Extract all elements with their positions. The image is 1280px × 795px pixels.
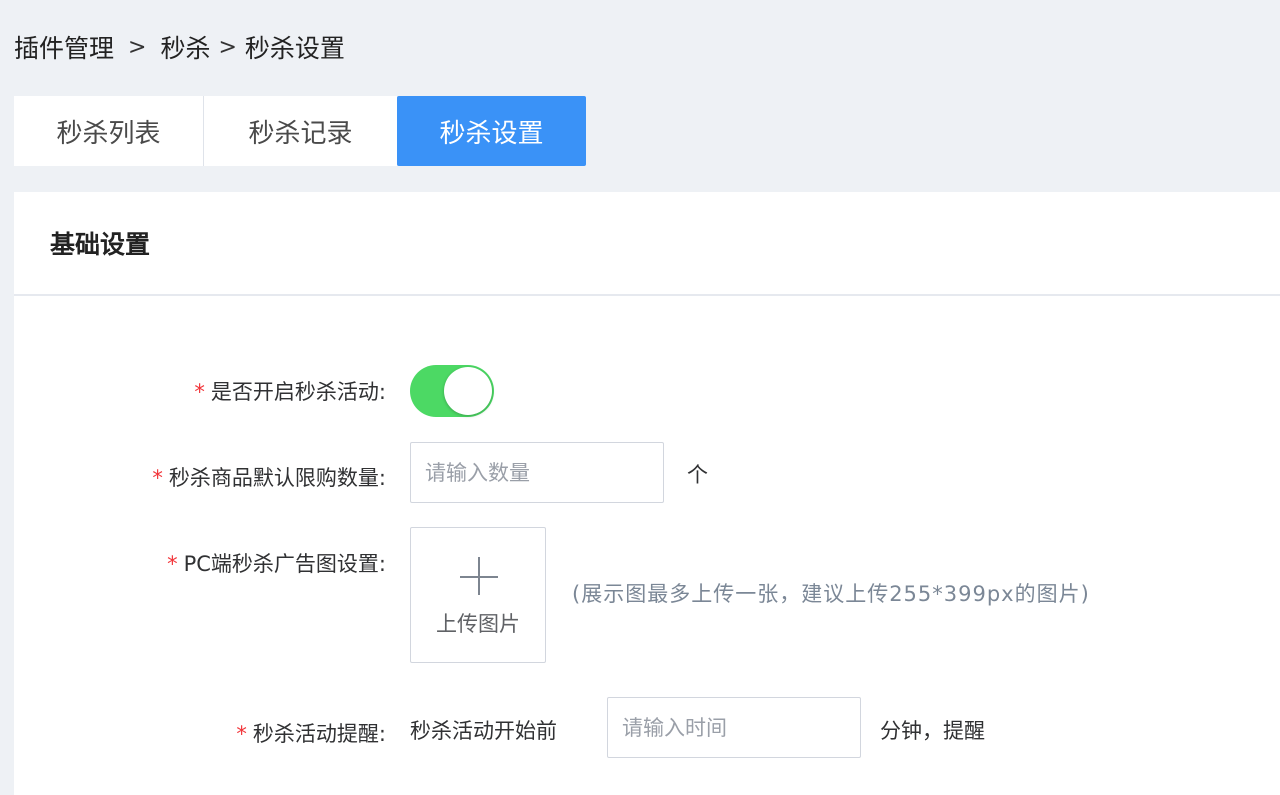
required-mark: * bbox=[152, 466, 163, 490]
breadcrumb-separator: > bbox=[218, 34, 237, 60]
panel-header: 基础设置 bbox=[14, 192, 1280, 296]
required-mark: * bbox=[167, 552, 178, 576]
toggle-knob bbox=[444, 367, 492, 415]
enable-seckill-toggle[interactable] bbox=[410, 365, 494, 417]
tab-seckill-records[interactable]: 秒杀记录 bbox=[204, 96, 397, 166]
upload-image-button[interactable]: 上传图片 bbox=[410, 527, 546, 663]
panel-title: 基础设置 bbox=[50, 230, 151, 259]
purchase-limit-unit: 个 bbox=[687, 463, 708, 487]
upload-image-label: 上传图片 bbox=[436, 612, 520, 636]
seckill-reminder-label-text: 秒杀活动提醒: bbox=[252, 722, 386, 746]
breadcrumb-item-seckill[interactable]: 秒杀 bbox=[160, 29, 210, 65]
purchase-limit-label-text: 秒杀商品默认限购数量: bbox=[168, 466, 386, 490]
reminder-suffix: 分钟，提醒 bbox=[880, 719, 985, 743]
purchase-limit-input[interactable] bbox=[410, 442, 664, 503]
enable-seckill-label: * 是否开启秒杀活动: bbox=[194, 376, 386, 406]
settings-panel: 基础设置 *是否开启秒杀活动: *秒杀商品默认限购数量: 个 *PC端秒杀广告图… bbox=[14, 192, 1280, 795]
upload-hint: (展示图最多上传一张，建议上传255*399px的图片) bbox=[572, 582, 1090, 606]
tab-seckill-settings[interactable]: 秒杀设置 bbox=[397, 96, 586, 166]
tab-bar: 秒杀列表 秒杀记录 秒杀设置 bbox=[14, 96, 586, 166]
enable-seckill-label-text: 是否开启秒杀活动: bbox=[210, 380, 386, 404]
breadcrumb-separator: > bbox=[128, 34, 147, 60]
breadcrumb: 插件管理 > 秒杀 > 秒杀设置 bbox=[14, 28, 345, 66]
required-mark: * bbox=[236, 722, 247, 746]
breadcrumb-item-current: 秒杀设置 bbox=[244, 34, 345, 63]
purchase-limit-label: * 秒杀商品默认限购数量: bbox=[152, 462, 386, 492]
seckill-reminder-label: * 秒杀活动提醒: bbox=[236, 718, 386, 748]
tab-seckill-list[interactable]: 秒杀列表 bbox=[14, 96, 204, 166]
reminder-prefix: 秒杀活动开始前 bbox=[410, 719, 557, 743]
reminder-time-input[interactable] bbox=[607, 697, 861, 758]
pc-banner-label-text: PC端秒杀广告图设置: bbox=[183, 552, 386, 576]
required-mark: * bbox=[194, 380, 205, 404]
breadcrumb-item-plugins[interactable]: 插件管理 bbox=[14, 29, 114, 65]
pc-banner-label: * PC端秒杀广告图设置: bbox=[167, 548, 386, 578]
